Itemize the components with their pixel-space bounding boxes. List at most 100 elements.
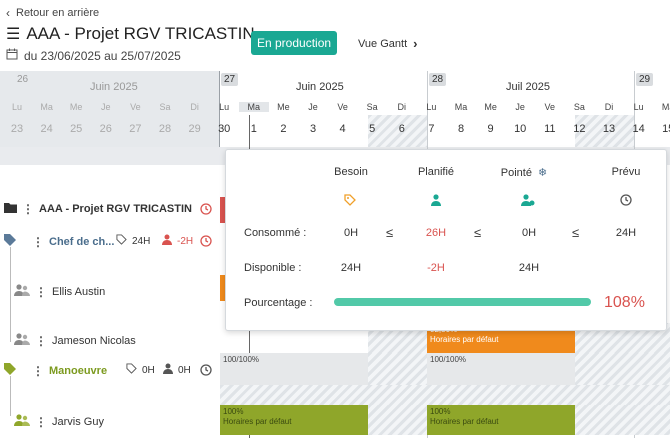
day-number[interactable]: 11	[535, 123, 565, 135]
more-icon[interactable]: ⋮	[22, 202, 34, 216]
weekend-shade	[575, 405, 670, 435]
weekend-shade	[220, 385, 670, 405]
people-icon	[14, 333, 30, 348]
day-number[interactable]: 28	[150, 123, 180, 135]
day-number[interactable]: 12	[564, 123, 594, 135]
jarvis-left-bar[interactable]: 100% Horaires par défaut	[220, 405, 368, 435]
day-letter: Je	[515, 102, 525, 112]
percentage-bar	[334, 298, 591, 306]
leq-sign: ≤	[386, 225, 394, 240]
clock-icon	[200, 363, 212, 381]
role-row-manoeuvre[interactable]: ⋮ Manoeuvre	[4, 363, 107, 378]
consumed-prevu: 24H	[615, 227, 637, 239]
more-icon[interactable]: ⋮	[32, 364, 44, 378]
day-number[interactable]: 23	[2, 123, 32, 135]
month-label: Juin 2025	[90, 81, 138, 93]
menu-icon[interactable]: ☰	[6, 24, 20, 44]
day-number[interactable]: 26	[91, 123, 121, 135]
jarvis-right-text: Horaires par défaut	[430, 417, 499, 426]
day-number[interactable]: 25	[61, 123, 91, 135]
day-letter: Je	[101, 102, 111, 112]
person-clock-icon	[521, 194, 535, 209]
day-letter: Ve	[130, 102, 141, 112]
date-range: du 23/06/2025 au 25/07/2025	[6, 48, 181, 63]
gantt-view-link[interactable]: Vue Gantt ›	[358, 36, 417, 51]
day-letter: Ve	[337, 102, 348, 112]
jarvis-right-bar[interactable]: 100% Horaires par défaut	[427, 405, 575, 435]
resource-row-jameson[interactable]: ⋮ Jameson Nicolas	[14, 333, 136, 348]
back-link[interactable]: ‹ Retour en arrière	[6, 6, 99, 20]
day-number[interactable]: 7	[416, 123, 446, 135]
jarvis-left-text: Horaires par défaut	[223, 417, 292, 426]
day-letter: Lu	[219, 102, 230, 112]
people-icon	[14, 414, 30, 429]
day-number[interactable]: 13	[594, 123, 624, 135]
jarvis-label: Jarvis Guy	[52, 415, 104, 428]
resource-row-jarvis[interactable]: ⋮ Jarvis Guy	[14, 414, 104, 429]
day-number[interactable]: 29	[180, 123, 210, 135]
day-number[interactable]: 8	[446, 123, 476, 135]
jameson-bar-text: Horaires par défaut	[430, 335, 499, 344]
chef-delta: -2H	[162, 234, 193, 248]
project-row[interactable]: ⋮ AAA - Projet RGV TRICASTIN	[4, 202, 192, 216]
leq-sign: ≤	[474, 225, 482, 240]
person-icon	[162, 234, 172, 248]
more-icon[interactable]: ⋮	[35, 415, 47, 429]
project-row-label: AAA - Projet RGV TRICASTIN	[39, 203, 192, 215]
available-besoin: 24H	[340, 262, 362, 274]
date-range-text: du 23/06/2025 au 25/07/2025	[24, 48, 181, 63]
jarvis-left-percent: 100%	[223, 407, 244, 416]
manoeuvre-left-bar[interactable]: 100/100%	[220, 353, 368, 385]
more-icon[interactable]: ⋮	[35, 285, 47, 299]
day-letter: Me	[484, 102, 497, 112]
percentage-value: 108%	[604, 294, 645, 311]
day-number[interactable]: 2	[268, 123, 298, 135]
day-number[interactable]: 27	[120, 123, 150, 135]
weekend-shade	[368, 405, 427, 435]
day-number[interactable]: 15	[653, 123, 670, 135]
day-number[interactable]: 5	[357, 123, 387, 135]
day-number[interactable]: 30	[209, 123, 239, 135]
day-letter: Sa	[573, 102, 585, 112]
chef-delta-value: -2H	[177, 235, 194, 247]
resource-row-ellis[interactable]: ⋮ Ellis Austin	[14, 284, 105, 299]
person-icon	[431, 194, 441, 209]
role-row-chef[interactable]: ⋮ Chef de ch...	[4, 234, 114, 249]
day-number[interactable]: 9	[476, 123, 506, 135]
day-number[interactable]: 4	[328, 123, 358, 135]
percentage-label: Pourcentage :	[244, 297, 313, 309]
available-label: Disponible :	[244, 262, 302, 274]
people-icon	[14, 284, 30, 299]
manoeuvre-people-value: 0H	[178, 364, 191, 376]
jarvis-right-percent: 100%	[430, 407, 451, 416]
consumed-besoin: 0H	[343, 227, 359, 239]
resource-list: ⋮ AAA - Projet RGV TRICASTIN ⋮ Chef de c…	[0, 147, 220, 438]
month-label: Juil 2025	[506, 81, 551, 93]
back-label: Retour en arrière	[16, 7, 100, 19]
week-number: 28	[429, 73, 447, 86]
day-number[interactable]: 3	[298, 123, 328, 135]
day-letter: Je	[308, 102, 318, 112]
day-number[interactable]: 6	[387, 123, 417, 135]
day-letter: Lu	[11, 102, 22, 112]
clock-icon	[620, 194, 632, 209]
day-number[interactable]: 10	[505, 123, 535, 135]
workload-popover: Besoin Planifié Pointé ❄ Prévu Consommé …	[225, 149, 667, 331]
clock-alert-icon	[200, 202, 212, 220]
manoeuvre-right-bar[interactable]: 100/100%	[427, 353, 575, 385]
chef-label: Chef de ch...	[49, 235, 115, 248]
folder-icon	[4, 202, 17, 216]
day-letter: Ma	[454, 102, 468, 112]
manoeuvre-left-ratio: 100/100%	[223, 355, 260, 364]
more-icon[interactable]: ⋮	[32, 235, 44, 249]
day-number[interactable]: 24	[32, 123, 62, 135]
weekend-shade	[368, 353, 427, 385]
day-number[interactable]: 14	[624, 123, 654, 135]
consumed-planifie: 26H	[425, 227, 447, 239]
header-besoin: Besoin	[334, 166, 368, 178]
day-number[interactable]: 1	[239, 123, 269, 135]
month-label: Juin 2025	[296, 81, 344, 93]
available-pointe: 24H	[518, 262, 540, 274]
more-icon[interactable]: ⋮	[35, 334, 47, 348]
ellis-label: Ellis Austin	[52, 285, 106, 298]
